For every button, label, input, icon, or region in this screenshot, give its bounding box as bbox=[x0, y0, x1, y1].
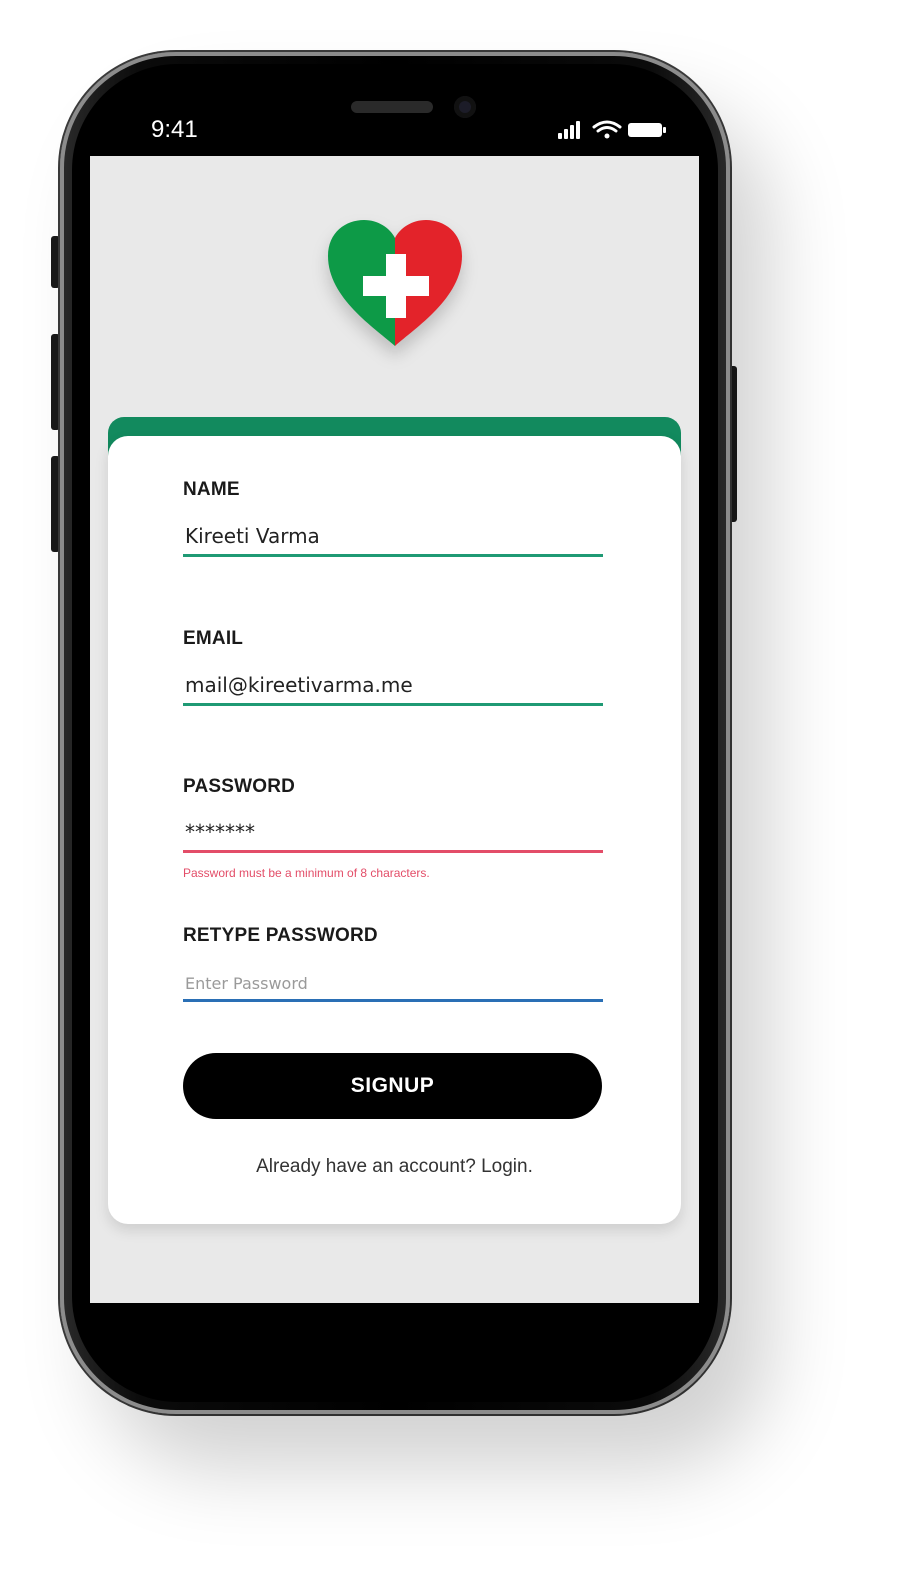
signup-button[interactable]: SIGNUP bbox=[183, 1053, 602, 1119]
email-input[interactable] bbox=[183, 665, 607, 705]
email-underline bbox=[183, 703, 603, 706]
name-label: NAME bbox=[183, 479, 240, 500]
name-underline bbox=[183, 554, 603, 557]
status-icons bbox=[558, 120, 666, 139]
password-label: PASSWORD bbox=[183, 776, 296, 797]
status-time: 9:41 bbox=[151, 116, 198, 143]
password-underline bbox=[183, 850, 603, 853]
mockup-stage: 9:41 NAME Kireeti Varma EMAIL mail@kiree… bbox=[0, 0, 900, 1584]
front-camera bbox=[454, 96, 476, 118]
mute-switch bbox=[51, 236, 60, 288]
password-input[interactable] bbox=[183, 812, 607, 852]
retype-password-input[interactable] bbox=[183, 962, 607, 1002]
wifi-icon bbox=[592, 120, 622, 139]
battery-icon bbox=[628, 123, 666, 137]
volume-down-button bbox=[51, 456, 60, 552]
name-input[interactable] bbox=[183, 516, 607, 556]
heart-cross-logo-icon bbox=[328, 220, 462, 346]
login-link[interactable]: Already have an account? Login. bbox=[108, 1156, 681, 1178]
signal-icon bbox=[558, 121, 580, 139]
volume-up-button bbox=[51, 334, 60, 430]
app-screen: NAME EMAIL PASSWORD Password must be a m… bbox=[90, 156, 699, 1303]
retype-password-underline bbox=[183, 999, 603, 1002]
password-error-message: Password must be a minimum of 8 characte… bbox=[183, 866, 430, 880]
retype-password-label: RETYPE PASSWORD bbox=[183, 925, 378, 946]
earpiece-speaker bbox=[351, 101, 433, 113]
email-label: EMAIL bbox=[183, 628, 244, 649]
signup-card: NAME EMAIL PASSWORD Password must be a m… bbox=[108, 436, 681, 1224]
